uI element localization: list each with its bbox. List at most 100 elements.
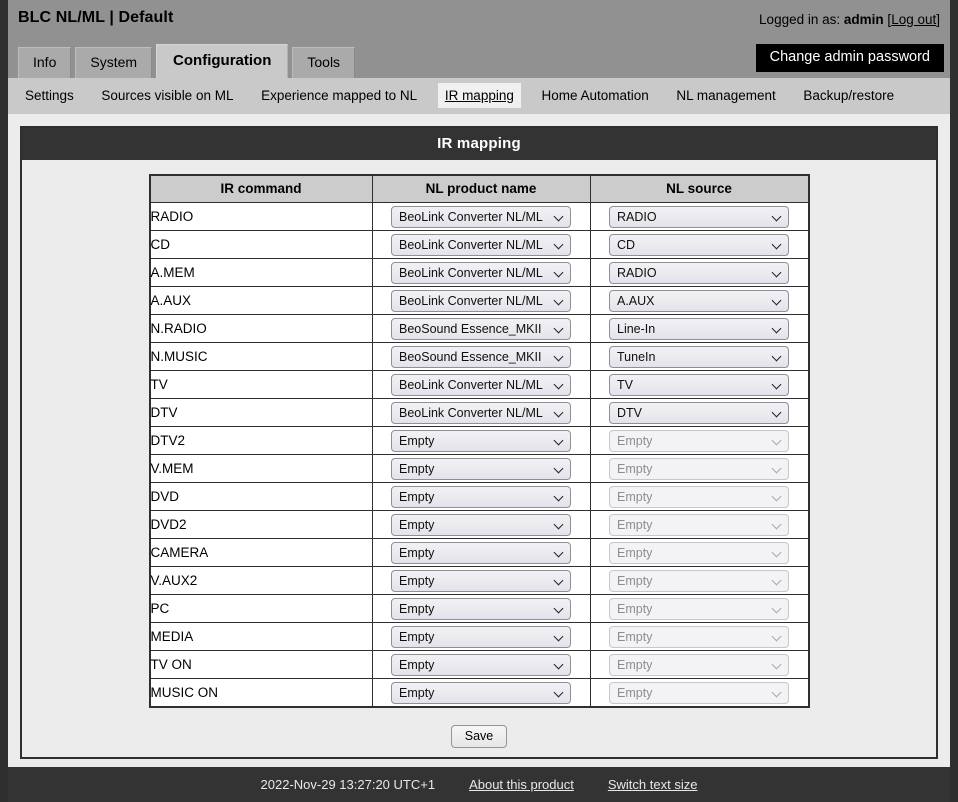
cell-nl-source: DTV bbox=[589, 398, 809, 427]
cell-ir-command: CD bbox=[149, 230, 373, 259]
cell-nl-product-name: Empty bbox=[371, 678, 591, 708]
cell-ir-command: DTV bbox=[149, 398, 373, 427]
table-row: TV ON Empty Empty bbox=[149, 650, 809, 679]
cell-nl-product-name: Empty bbox=[371, 538, 591, 567]
nl-source-select[interactable]: Line-In bbox=[609, 317, 789, 340]
chevron-down-icon bbox=[554, 295, 565, 306]
table-row: PC Empty Empty bbox=[149, 594, 809, 623]
sub-navigation: Settings Sources visible on ML Experienc… bbox=[8, 78, 950, 114]
nl-product-name-select[interactable]: BeoLink Converter NL/ML bbox=[391, 205, 571, 228]
tab-info[interactable]: Info bbox=[18, 47, 72, 78]
chevron-down-icon bbox=[772, 295, 783, 306]
chevron-down-icon bbox=[554, 463, 565, 474]
switch-text-size-link[interactable]: Switch text size bbox=[608, 777, 698, 792]
chevron-down-icon bbox=[772, 631, 783, 642]
nl-product-name-select-value: Empty bbox=[399, 629, 435, 644]
cell-nl-source: TuneIn bbox=[589, 342, 809, 371]
cell-nl-product-name: BeoLink Converter NL/ML bbox=[371, 202, 591, 231]
nl-source-select-value: TV bbox=[617, 377, 633, 392]
nl-product-name-select[interactable]: BeoLink Converter NL/ML bbox=[391, 289, 571, 312]
nl-source-select[interactable]: CD bbox=[609, 233, 789, 256]
chevron-down-icon bbox=[554, 323, 565, 334]
nl-source-select[interactable]: DTV bbox=[609, 401, 789, 424]
subnav-item-home-automation[interactable]: Home Automation bbox=[534, 83, 655, 108]
cell-nl-source: RADIO bbox=[589, 202, 809, 231]
cell-ir-command: TV bbox=[149, 370, 373, 399]
tab-tools[interactable]: Tools bbox=[292, 47, 356, 78]
nl-source-select-value: Empty bbox=[617, 657, 653, 672]
tab-configuration[interactable]: Configuration bbox=[156, 44, 289, 78]
cell-nl-source: Empty bbox=[589, 622, 809, 651]
page-root: BLC NL/ML | Default Logged in as: admin … bbox=[0, 0, 958, 802]
nl-source-select[interactable]: RADIO bbox=[609, 261, 789, 284]
chevron-down-icon bbox=[554, 659, 565, 670]
nl-product-name-select[interactable]: Empty bbox=[391, 625, 571, 648]
nl-source-select[interactable]: RADIO bbox=[609, 205, 789, 228]
cell-ir-command: N.RADIO bbox=[149, 314, 373, 343]
nl-source-select-value: Empty bbox=[617, 601, 653, 616]
ir-mapping-panel: IR mapping IR command NL product name NL… bbox=[20, 126, 938, 759]
nl-product-name-select[interactable]: BeoSound Essence_MKII bbox=[391, 345, 571, 368]
cell-nl-source: Empty bbox=[589, 538, 809, 567]
nl-source-select[interactable]: TuneIn bbox=[609, 345, 789, 368]
nl-product-name-select[interactable]: Empty bbox=[391, 485, 571, 508]
chevron-down-icon bbox=[772, 323, 783, 334]
nl-source-select: Empty bbox=[609, 457, 789, 480]
cell-ir-command: V.MEM bbox=[149, 454, 373, 483]
nl-product-name-select-value: Empty bbox=[399, 517, 435, 532]
nl-product-name-select[interactable]: BeoLink Converter NL/ML bbox=[391, 233, 571, 256]
change-admin-password-button[interactable]: Change admin password bbox=[755, 44, 944, 72]
nl-source-select-value: Empty bbox=[617, 517, 653, 532]
subnav-item-experience-mapped-to-nl[interactable]: Experience mapped to NL bbox=[254, 83, 424, 108]
cell-ir-command: MEDIA bbox=[149, 622, 373, 651]
cell-ir-command: V.AUX2 bbox=[149, 566, 373, 595]
nl-source-select-value: CD bbox=[617, 237, 636, 252]
chevron-down-icon bbox=[554, 239, 565, 250]
subnav-item-backup-restore[interactable]: Backup/restore bbox=[796, 83, 901, 108]
cell-nl-source: Empty bbox=[589, 678, 809, 708]
nl-source-select-value: DTV bbox=[617, 405, 642, 420]
nl-product-name-select[interactable]: BeoLink Converter NL/ML bbox=[391, 261, 571, 284]
nl-product-name-select-value: BeoLink Converter NL/ML bbox=[399, 405, 543, 420]
nl-source-select-value: RADIO bbox=[617, 265, 657, 280]
nl-product-name-select[interactable]: Empty bbox=[391, 429, 571, 452]
nl-product-name-select[interactable]: Empty bbox=[391, 513, 571, 536]
nl-product-name-select[interactable]: Empty bbox=[391, 597, 571, 620]
cell-nl-source: RADIO bbox=[589, 258, 809, 287]
nl-product-name-select[interactable]: BeoSound Essence_MKII bbox=[391, 317, 571, 340]
nl-source-select-value: Empty bbox=[617, 685, 653, 700]
nl-source-select[interactable]: TV bbox=[609, 373, 789, 396]
subnav-item-settings[interactable]: Settings bbox=[18, 83, 81, 108]
nl-product-name-select[interactable]: Empty bbox=[391, 569, 571, 592]
subnav-item-ir-mapping[interactable]: IR mapping bbox=[437, 83, 521, 108]
subnav-item-sources-visible-on-ml[interactable]: Sources visible on ML bbox=[94, 83, 240, 108]
footer-timestamp: 2022-Nov-29 13:27:20 UTC+1 bbox=[260, 777, 436, 792]
tab-system[interactable]: System bbox=[75, 47, 153, 78]
nl-product-name-select[interactable]: Empty bbox=[391, 541, 571, 564]
cell-nl-product-name: Empty bbox=[371, 622, 591, 651]
nl-source-select-value: Empty bbox=[617, 461, 653, 476]
nl-product-name-select[interactable]: BeoLink Converter NL/ML bbox=[391, 401, 571, 424]
table-row: RADIO BeoLink Converter NL/ML RADIO bbox=[149, 202, 809, 231]
chevron-down-icon bbox=[772, 379, 783, 390]
about-this-product-link[interactable]: About this product bbox=[469, 777, 574, 792]
table-header-row: IR command NL product name NL source bbox=[149, 174, 809, 203]
nl-product-name-select[interactable]: Empty bbox=[391, 457, 571, 480]
nl-product-name-select[interactable]: Empty bbox=[391, 653, 571, 676]
logout-link[interactable]: Log out bbox=[891, 12, 936, 27]
nl-product-name-select-value: Empty bbox=[399, 573, 435, 588]
table-row: DVD Empty Empty bbox=[149, 482, 809, 511]
nl-source-select-value: Empty bbox=[617, 629, 653, 644]
nl-source-select[interactable]: A.AUX bbox=[609, 289, 789, 312]
chevron-down-icon bbox=[772, 435, 783, 446]
chevron-down-icon bbox=[772, 463, 783, 474]
chevron-down-icon bbox=[554, 575, 565, 586]
subnav-item-nl-management[interactable]: NL management bbox=[669, 83, 782, 108]
nl-product-name-select-value: BeoLink Converter NL/ML bbox=[399, 265, 543, 280]
nl-product-name-select[interactable]: Empty bbox=[391, 681, 571, 704]
nl-source-select-value: Empty bbox=[617, 489, 653, 504]
nl-product-name-select[interactable]: BeoLink Converter NL/ML bbox=[391, 373, 571, 396]
cell-nl-product-name: Empty bbox=[371, 510, 591, 539]
save-button[interactable]: Save bbox=[450, 725, 508, 748]
chevron-down-icon bbox=[554, 407, 565, 418]
